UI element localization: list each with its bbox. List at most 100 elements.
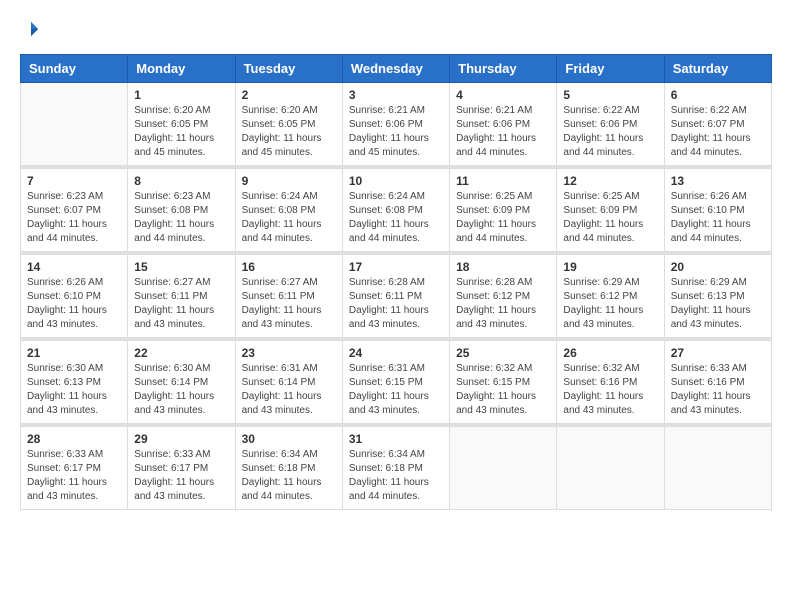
calendar-cell: 26 Sunrise: 6:32 AM Sunset: 6:16 PM Dayli… bbox=[557, 341, 664, 424]
calendar-cell: 9 Sunrise: 6:24 AM Sunset: 6:08 PM Daylig… bbox=[235, 169, 342, 252]
calendar-week-4: 21 Sunrise: 6:30 AM Sunset: 6:13 PM Dayli… bbox=[21, 341, 772, 424]
day-number: 13 bbox=[671, 174, 765, 188]
calendar-cell: 18 Sunrise: 6:28 AM Sunset: 6:12 PM Dayli… bbox=[450, 255, 557, 338]
day-info: Sunrise: 6:22 AM Sunset: 6:06 PM Dayligh… bbox=[563, 104, 657, 160]
calendar-cell: 1 Sunrise: 6:20 AM Sunset: 6:05 PM Daylig… bbox=[128, 83, 235, 166]
day-number: 8 bbox=[134, 174, 228, 188]
col-header-tuesday: Tuesday bbox=[235, 55, 342, 83]
calendar-cell: 3 Sunrise: 6:21 AM Sunset: 6:06 PM Daylig… bbox=[342, 83, 449, 166]
calendar-cell: 24 Sunrise: 6:31 AM Sunset: 6:15 PM Dayli… bbox=[342, 341, 449, 424]
day-info: Sunrise: 6:28 AM Sunset: 6:12 PM Dayligh… bbox=[456, 276, 550, 332]
day-info: Sunrise: 6:29 AM Sunset: 6:13 PM Dayligh… bbox=[671, 276, 765, 332]
day-number: 6 bbox=[671, 88, 765, 102]
day-info: Sunrise: 6:34 AM Sunset: 6:18 PM Dayligh… bbox=[242, 448, 336, 504]
day-number: 5 bbox=[563, 88, 657, 102]
day-info: Sunrise: 6:34 AM Sunset: 6:18 PM Dayligh… bbox=[349, 448, 443, 504]
calendar-cell bbox=[21, 83, 128, 166]
day-number: 15 bbox=[134, 260, 228, 274]
day-info: Sunrise: 6:31 AM Sunset: 6:14 PM Dayligh… bbox=[242, 362, 336, 418]
day-info: Sunrise: 6:27 AM Sunset: 6:11 PM Dayligh… bbox=[134, 276, 228, 332]
day-number: 19 bbox=[563, 260, 657, 274]
day-info: Sunrise: 6:32 AM Sunset: 6:16 PM Dayligh… bbox=[563, 362, 657, 418]
col-header-sunday: Sunday bbox=[21, 55, 128, 83]
day-info: Sunrise: 6:24 AM Sunset: 6:08 PM Dayligh… bbox=[242, 190, 336, 246]
calendar-cell: 15 Sunrise: 6:27 AM Sunset: 6:11 PM Dayli… bbox=[128, 255, 235, 338]
calendar-cell: 28 Sunrise: 6:33 AM Sunset: 6:17 PM Dayli… bbox=[21, 427, 128, 510]
day-info: Sunrise: 6:25 AM Sunset: 6:09 PM Dayligh… bbox=[456, 190, 550, 246]
day-number: 27 bbox=[671, 346, 765, 360]
day-info: Sunrise: 6:33 AM Sunset: 6:17 PM Dayligh… bbox=[27, 448, 121, 504]
day-number: 11 bbox=[456, 174, 550, 188]
calendar-cell: 30 Sunrise: 6:34 AM Sunset: 6:18 PM Dayli… bbox=[235, 427, 342, 510]
calendar-week-3: 14Sunrise: 6:26 AM Sunset: 6:10 PM Dayli… bbox=[21, 255, 772, 338]
calendar-cell: 10Sunrise: 6:24 AM Sunset: 6:08 PM Dayli… bbox=[342, 169, 449, 252]
calendar-cell bbox=[557, 427, 664, 510]
calendar-cell: 25Sunrise: 6:32 AM Sunset: 6:15 PM Dayli… bbox=[450, 341, 557, 424]
day-number: 24 bbox=[349, 346, 443, 360]
day-number: 9 bbox=[242, 174, 336, 188]
day-info: Sunrise: 6:23 AM Sunset: 6:07 PM Dayligh… bbox=[27, 190, 121, 246]
day-info: Sunrise: 6:22 AM Sunset: 6:07 PM Dayligh… bbox=[671, 104, 765, 160]
calendar-cell: 31Sunrise: 6:34 AM Sunset: 6:18 PM Dayli… bbox=[342, 427, 449, 510]
day-info: Sunrise: 6:20 AM Sunset: 6:05 PM Dayligh… bbox=[134, 104, 228, 160]
day-info: Sunrise: 6:20 AM Sunset: 6:05 PM Dayligh… bbox=[242, 104, 336, 160]
day-info: Sunrise: 6:28 AM Sunset: 6:11 PM Dayligh… bbox=[349, 276, 443, 332]
day-info: Sunrise: 6:21 AM Sunset: 6:06 PM Dayligh… bbox=[349, 104, 443, 160]
day-number: 4 bbox=[456, 88, 550, 102]
calendar-cell: 13 Sunrise: 6:26 AM Sunset: 6:10 PM Dayli… bbox=[664, 169, 771, 252]
col-header-friday: Friday bbox=[557, 55, 664, 83]
day-number: 28 bbox=[27, 432, 121, 446]
calendar-cell bbox=[450, 427, 557, 510]
calendar-cell: 23Sunrise: 6:31 AM Sunset: 6:14 PM Dayli… bbox=[235, 341, 342, 424]
calendar-cell: 8 Sunrise: 6:23 AM Sunset: 6:08 PM Daylig… bbox=[128, 169, 235, 252]
calendar-table: SundayMondayTuesdayWednesdayThursdayFrid… bbox=[20, 54, 772, 510]
day-number: 16 bbox=[242, 260, 336, 274]
day-info: Sunrise: 6:31 AM Sunset: 6:15 PM Dayligh… bbox=[349, 362, 443, 418]
day-info: Sunrise: 6:33 AM Sunset: 6:17 PM Dayligh… bbox=[134, 448, 228, 504]
day-info: Sunrise: 6:33 AM Sunset: 6:16 PM Dayligh… bbox=[671, 362, 765, 418]
logo-flag-icon bbox=[22, 20, 40, 38]
day-number: 21 bbox=[27, 346, 121, 360]
calendar-cell: 11 Sunrise: 6:25 AM Sunset: 6:09 PM Dayli… bbox=[450, 169, 557, 252]
calendar-cell: 4 Sunrise: 6:21 AM Sunset: 6:06 PM Daylig… bbox=[450, 83, 557, 166]
calendar-week-5: 28 Sunrise: 6:33 AM Sunset: 6:17 PM Dayli… bbox=[21, 427, 772, 510]
page-header bbox=[20, 20, 772, 38]
day-number: 1 bbox=[134, 88, 228, 102]
calendar-cell: 27 Sunrise: 6:33 AM Sunset: 6:16 PM Dayli… bbox=[664, 341, 771, 424]
day-number: 30 bbox=[242, 432, 336, 446]
day-info: Sunrise: 6:30 AM Sunset: 6:14 PM Dayligh… bbox=[134, 362, 228, 418]
day-number: 26 bbox=[563, 346, 657, 360]
calendar-cell: 12 Sunrise: 6:25 AM Sunset: 6:09 PM Dayli… bbox=[557, 169, 664, 252]
day-number: 29 bbox=[134, 432, 228, 446]
day-number: 14 bbox=[27, 260, 121, 274]
day-info: Sunrise: 6:24 AM Sunset: 6:08 PM Dayligh… bbox=[349, 190, 443, 246]
calendar-cell: 22 Sunrise: 6:30 AM Sunset: 6:14 PM Dayli… bbox=[128, 341, 235, 424]
day-info: Sunrise: 6:30 AM Sunset: 6:13 PM Dayligh… bbox=[27, 362, 121, 418]
calendar-cell: 17Sunrise: 6:28 AM Sunset: 6:11 PM Dayli… bbox=[342, 255, 449, 338]
col-header-wednesday: Wednesday bbox=[342, 55, 449, 83]
calendar-cell: 14Sunrise: 6:26 AM Sunset: 6:10 PM Dayli… bbox=[21, 255, 128, 338]
calendar-cell: 20Sunrise: 6:29 AM Sunset: 6:13 PM Dayli… bbox=[664, 255, 771, 338]
day-number: 22 bbox=[134, 346, 228, 360]
day-info: Sunrise: 6:21 AM Sunset: 6:06 PM Dayligh… bbox=[456, 104, 550, 160]
day-number: 12 bbox=[563, 174, 657, 188]
day-info: Sunrise: 6:26 AM Sunset: 6:10 PM Dayligh… bbox=[671, 190, 765, 246]
day-info: Sunrise: 6:23 AM Sunset: 6:08 PM Dayligh… bbox=[134, 190, 228, 246]
calendar-week-2: 7Sunrise: 6:23 AM Sunset: 6:07 PM Daylig… bbox=[21, 169, 772, 252]
calendar-cell: 6 Sunrise: 6:22 AM Sunset: 6:07 PM Daylig… bbox=[664, 83, 771, 166]
calendar-cell: 7Sunrise: 6:23 AM Sunset: 6:07 PM Daylig… bbox=[21, 169, 128, 252]
calendar-cell: 16 Sunrise: 6:27 AM Sunset: 6:11 PM Dayli… bbox=[235, 255, 342, 338]
col-header-saturday: Saturday bbox=[664, 55, 771, 83]
calendar-cell: 29 Sunrise: 6:33 AM Sunset: 6:17 PM Dayli… bbox=[128, 427, 235, 510]
day-number: 3 bbox=[349, 88, 443, 102]
calendar-cell: 5 Sunrise: 6:22 AM Sunset: 6:06 PM Daylig… bbox=[557, 83, 664, 166]
day-info: Sunrise: 6:29 AM Sunset: 6:12 PM Dayligh… bbox=[563, 276, 657, 332]
calendar-cell bbox=[664, 427, 771, 510]
day-info: Sunrise: 6:25 AM Sunset: 6:09 PM Dayligh… bbox=[563, 190, 657, 246]
day-number: 18 bbox=[456, 260, 550, 274]
calendar-week-1: 1 Sunrise: 6:20 AM Sunset: 6:05 PM Daylig… bbox=[21, 83, 772, 166]
day-info: Sunrise: 6:27 AM Sunset: 6:11 PM Dayligh… bbox=[242, 276, 336, 332]
calendar-cell: 21 Sunrise: 6:30 AM Sunset: 6:13 PM Dayli… bbox=[21, 341, 128, 424]
col-header-monday: Monday bbox=[128, 55, 235, 83]
day-info: Sunrise: 6:32 AM Sunset: 6:15 PM Dayligh… bbox=[456, 362, 550, 418]
